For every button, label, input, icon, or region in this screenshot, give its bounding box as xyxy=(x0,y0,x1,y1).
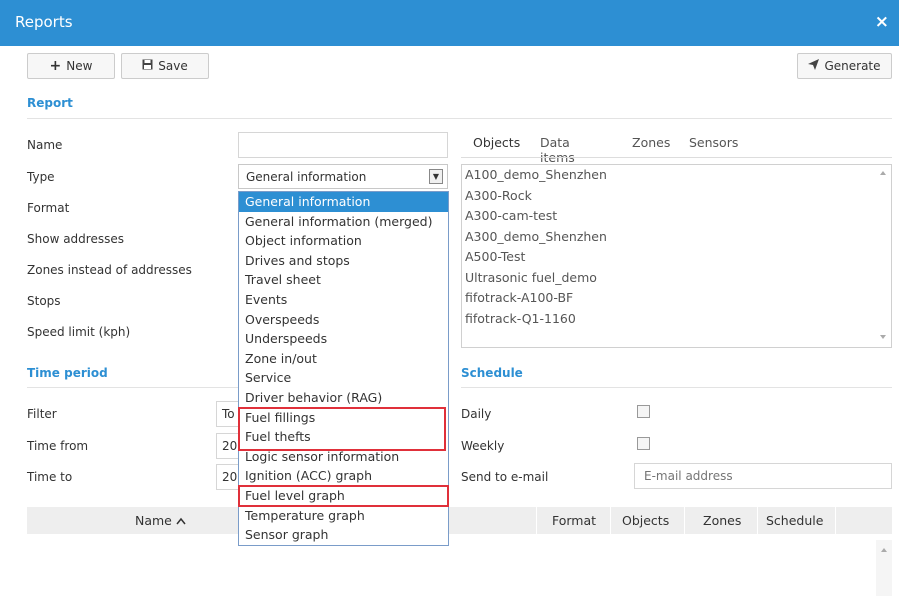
type-select[interactable]: General information ▼ xyxy=(238,164,448,189)
list-item[interactable]: Ultrasonic fuel_demo xyxy=(462,268,891,289)
weekly-checkbox[interactable] xyxy=(637,437,650,450)
list-item[interactable]: A300-Rock xyxy=(462,186,891,207)
fuel-level-graph-highlight xyxy=(238,485,449,507)
send-to-email-label: Send to e-mail xyxy=(461,470,549,484)
time-to-value: 20 xyxy=(222,470,238,484)
list-item[interactable]: fifotrack-A100-BF xyxy=(462,288,891,309)
time-from-label: Time from xyxy=(27,439,89,453)
schedule-divider xyxy=(461,387,892,388)
window-titlebar: Reports × xyxy=(0,0,899,46)
dropdown-option[interactable]: General information (merged) xyxy=(239,212,448,232)
email-input[interactable] xyxy=(634,463,892,489)
column-header-format[interactable]: Format xyxy=(552,513,596,528)
time-to-label: Time to xyxy=(27,470,73,484)
type-label: Type xyxy=(27,170,55,184)
show-addresses-label: Show addresses xyxy=(27,232,124,246)
new-button-label: New xyxy=(66,59,93,73)
format-label: Format xyxy=(27,201,70,215)
dropdown-option[interactable]: Service xyxy=(239,368,448,388)
column-separator xyxy=(757,507,758,534)
tab-data-items[interactable]: Data items xyxy=(540,135,575,165)
weekly-label: Weekly xyxy=(461,439,505,453)
tab-zones[interactable]: Zones xyxy=(632,135,670,150)
fuel-options-highlight xyxy=(238,407,446,451)
column-separator xyxy=(610,507,611,534)
dropdown-option[interactable]: Travel sheet xyxy=(239,270,448,290)
filter-value: To xyxy=(222,407,235,421)
new-button[interactable]: + New xyxy=(27,53,115,79)
dropdown-option[interactable]: Overspeeds xyxy=(239,310,448,330)
dropdown-option[interactable]: Events xyxy=(239,290,448,310)
column-separator xyxy=(536,507,537,534)
generate-button-label: Generate xyxy=(824,59,881,73)
tab-sensors[interactable]: Sensors xyxy=(689,135,738,150)
tab-objects[interactable]: Objects xyxy=(473,135,520,150)
dropdown-option[interactable]: Sensor graph xyxy=(239,525,448,545)
dropdown-option[interactable]: Ignition (ACC) graph xyxy=(239,466,448,486)
sort-ascending-icon xyxy=(176,513,186,528)
report-section-title: Report xyxy=(27,96,73,110)
stops-label: Stops xyxy=(27,294,61,308)
window-title: Reports xyxy=(15,13,73,31)
list-item[interactable]: A500-Test xyxy=(462,247,891,268)
list-item[interactable]: A100_demo_Shenzhen xyxy=(462,165,891,186)
filter-label: Filter xyxy=(27,407,57,421)
name-input[interactable] xyxy=(238,132,448,158)
column-header-schedule[interactable]: Schedule xyxy=(766,513,823,528)
column-header-objects[interactable]: Objects xyxy=(622,513,669,528)
list-item[interactable]: A300_demo_Shenzhen xyxy=(462,227,891,248)
column-separator xyxy=(835,507,836,534)
speed-limit-label: Speed limit (kph) xyxy=(27,325,131,339)
dropdown-option[interactable]: Temperature graph xyxy=(239,506,448,526)
generate-button[interactable]: Generate xyxy=(797,53,892,79)
name-label: Name xyxy=(27,138,63,152)
reports-table-scrollbar[interactable] xyxy=(876,540,892,596)
objects-list[interactable]: A100_demo_Shenzhen A300-Rock A300-cam-te… xyxy=(461,164,892,348)
list-item[interactable]: fifotrack-Q1-1160 xyxy=(462,309,891,330)
paper-plane-icon xyxy=(808,59,820,73)
column-separator xyxy=(684,507,685,534)
objects-list-scrollbar[interactable] xyxy=(875,165,891,347)
reports-table-header: Name Format Objects Zones Schedule xyxy=(27,507,892,534)
floppy-disk-icon xyxy=(142,59,153,73)
save-button-label: Save xyxy=(158,59,188,73)
type-select-value: General information xyxy=(246,170,367,184)
dropdown-option[interactable]: Driver behavior (RAG) xyxy=(239,388,448,408)
column-header-name[interactable]: Name xyxy=(135,513,186,528)
schedule-section-title: Schedule xyxy=(461,366,523,380)
report-divider xyxy=(27,118,892,119)
dropdown-option[interactable]: Underspeeds xyxy=(239,329,448,349)
dropdown-option[interactable]: Object information xyxy=(239,231,448,251)
column-header-zones[interactable]: Zones xyxy=(703,513,741,528)
dropdown-arrow-icon[interactable]: ▼ xyxy=(429,169,443,184)
dropdown-option[interactable]: Drives and stops xyxy=(239,251,448,271)
tabs-divider xyxy=(461,157,892,158)
daily-checkbox[interactable] xyxy=(637,405,650,418)
list-item[interactable]: A300-cam-test xyxy=(462,206,891,227)
close-icon[interactable]: × xyxy=(875,12,889,32)
toolbar: + New Save Generate xyxy=(0,46,899,82)
dropdown-option[interactable]: Zone in/out xyxy=(239,349,448,369)
time-period-section-title: Time period xyxy=(27,366,108,380)
time-from-value: 20 xyxy=(222,439,238,453)
save-button[interactable]: Save xyxy=(121,53,209,79)
plus-icon: + xyxy=(49,58,62,74)
zones-instead-label: Zones instead of addresses xyxy=(27,263,192,277)
daily-label: Daily xyxy=(461,407,492,421)
dropdown-option[interactable]: General information xyxy=(239,192,448,212)
